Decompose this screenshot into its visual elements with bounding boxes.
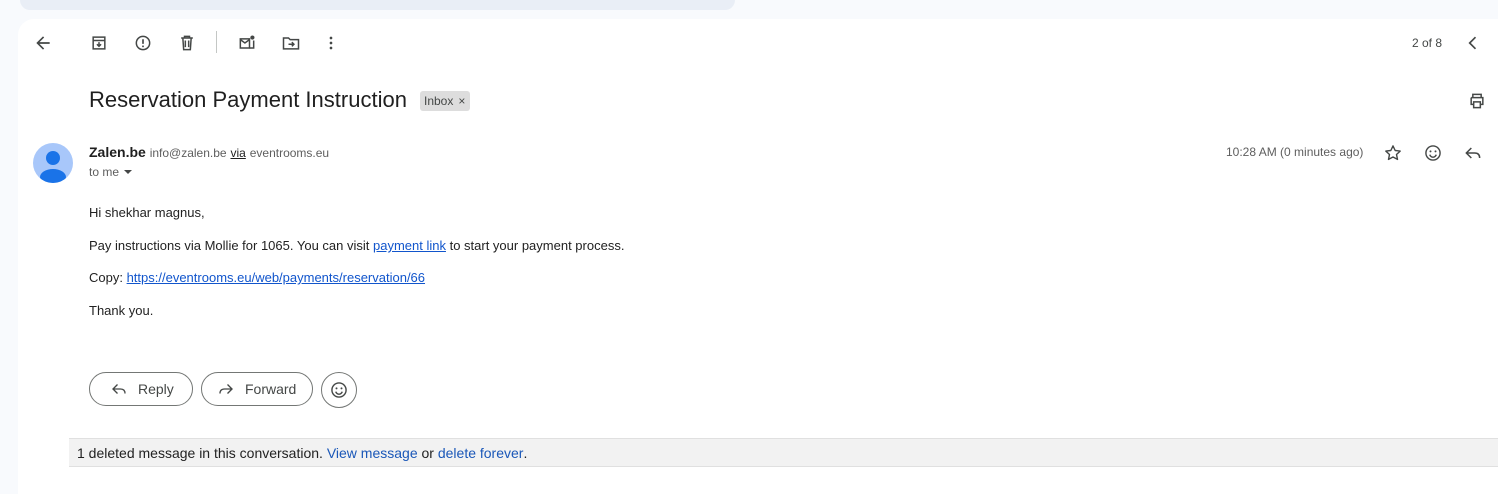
forward-label: Forward: [245, 381, 297, 397]
person-icon: [40, 151, 66, 183]
copy-label: Copy:: [89, 270, 127, 285]
message-panel: 2 of 8 Reservation Payment Instruction I…: [18, 19, 1498, 494]
print-button[interactable]: [1461, 85, 1493, 117]
chevron-left-icon: [1468, 36, 1477, 50]
search-bar-edge: [20, 0, 735, 10]
email-subject: Reservation Payment Instruction: [89, 87, 407, 112]
mark-unread-button[interactable]: [231, 27, 263, 59]
sender-line: Zalen.be info@zalen.be via eventrooms.eu: [89, 144, 329, 160]
reply-button-header[interactable]: [1457, 137, 1489, 169]
deleted-message-notice: 1 deleted message in this conversation. …: [69, 438, 1498, 467]
view-message-link[interactable]: View message: [327, 445, 418, 461]
more-vert-icon: [329, 36, 333, 50]
delete-forever-link[interactable]: delete forever: [438, 445, 524, 461]
or-text: or: [417, 444, 438, 461]
sender-avatar[interactable]: [33, 143, 73, 183]
reply-label: Reply: [138, 381, 174, 397]
sender-name[interactable]: Zalen.be: [89, 144, 146, 160]
add-reaction-button[interactable]: [1417, 137, 1449, 169]
payment-link[interactable]: payment link: [373, 238, 446, 253]
reply-icon: [112, 384, 126, 394]
sender-email: info@zalen.be: [149, 146, 227, 160]
delete-button[interactable]: [171, 27, 203, 59]
greeting: Hi shekhar magnus,: [89, 205, 205, 220]
archive-button[interactable]: [83, 27, 115, 59]
payment-instructions: Pay instructions via Mollie for 1065. Yo…: [89, 238, 624, 253]
more-options-button[interactable]: [315, 27, 347, 59]
toolbar-divider: [216, 31, 217, 53]
forward-button[interactable]: Forward: [201, 372, 313, 406]
move-to-icon: [282, 37, 300, 50]
forward-icon: [219, 384, 233, 394]
newer-conversation-button[interactable]: [1457, 27, 1489, 59]
report-spam-button[interactable]: [127, 27, 159, 59]
inbox-label-chip[interactable]: Inbox ×: [420, 91, 471, 111]
recipient-label: to me: [89, 165, 120, 179]
archive-icon: [92, 36, 106, 50]
via-link[interactable]: via: [230, 146, 245, 160]
report-spam-icon: [135, 35, 151, 51]
back-button[interactable]: [27, 27, 59, 59]
mark-unread-icon: [239, 35, 255, 49]
deleted-notice-text: 1 deleted message in this conversation.: [77, 444, 327, 461]
star-icon: [1385, 145, 1401, 161]
back-arrow-icon: [36, 36, 50, 50]
remove-label-button[interactable]: ×: [458, 94, 465, 108]
instructions-text-end: to start your payment process.: [445, 238, 625, 253]
reply-button[interactable]: Reply: [89, 372, 193, 406]
emoji-icon: [1425, 145, 1441, 161]
recipient-details-toggle[interactable]: to me: [89, 165, 133, 179]
star-button[interactable]: [1377, 137, 1409, 169]
message-timestamp: 10:28 AM (0 minutes ago): [1226, 145, 1364, 159]
signoff: Thank you.: [89, 303, 154, 318]
payment-url-link[interactable]: https://eventrooms.eu/web/payments/reser…: [127, 270, 425, 285]
copy-line: Copy: https://eventrooms.eu/web/payments…: [89, 270, 624, 285]
reply-icon: [1465, 147, 1481, 159]
delete-icon: [181, 35, 193, 51]
label-text: Inbox: [424, 94, 454, 108]
emoji-reaction-button[interactable]: [321, 372, 357, 408]
move-to-button[interactable]: [275, 27, 307, 59]
print-icon: [1470, 93, 1484, 109]
emoji-icon: [331, 382, 347, 398]
conversation-pager: 2 of 8: [1412, 36, 1443, 50]
message-body: Hi shekhar magnus, Pay instructions via …: [89, 205, 624, 318]
period-text: .: [523, 444, 528, 461]
dropdown-arrow-icon: [124, 170, 133, 174]
via-domain: eventrooms.eu: [249, 146, 330, 160]
instructions-text: Pay instructions via Mollie for 1065. Yo…: [89, 238, 373, 253]
